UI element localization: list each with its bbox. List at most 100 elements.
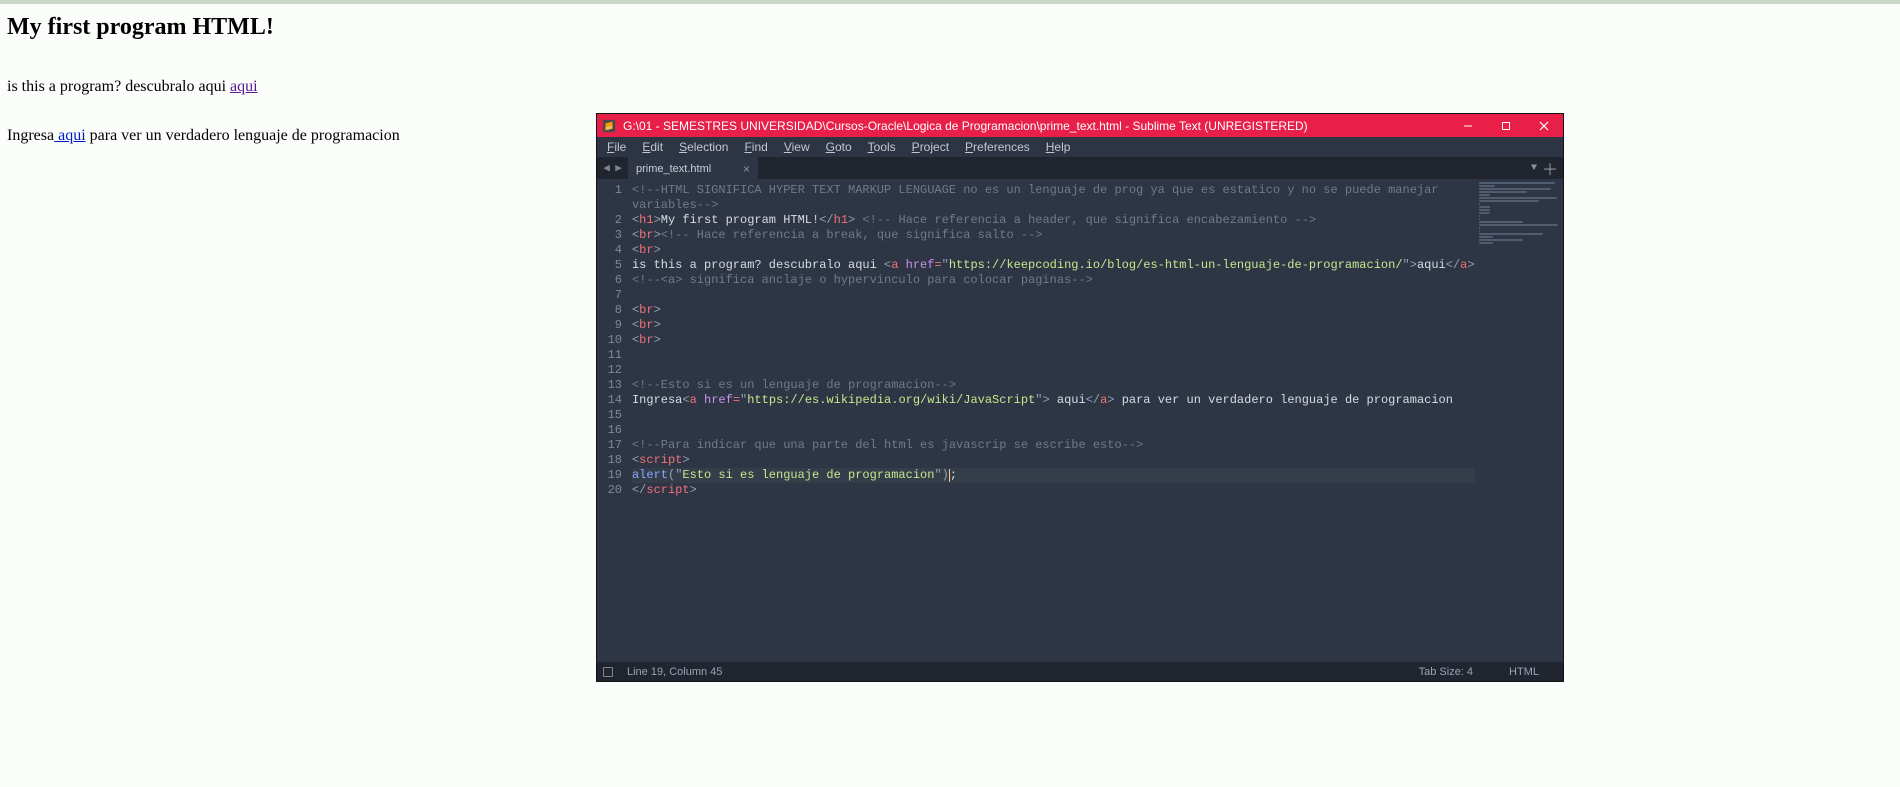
minimap-row — [1479, 182, 1555, 184]
code-line[interactable]: <script> — [632, 453, 1475, 468]
line-number: 16 — [597, 423, 622, 438]
menu-goto[interactable]: Goto — [818, 140, 860, 154]
window-buttons — [1449, 114, 1563, 137]
rendered-page: My first program HTML! is this a program… — [7, 14, 597, 175]
line-number: 5 — [597, 258, 622, 273]
code-line[interactable] — [632, 363, 1475, 378]
line-number — [597, 198, 622, 213]
tab-forward-icon[interactable]: ▶ — [613, 161, 624, 175]
line-number: 1 — [597, 183, 622, 198]
minimap-row — [1479, 227, 1481, 229]
line-number: 3 — [597, 228, 622, 243]
menu-file[interactable]: File — [599, 140, 634, 154]
line-number: 9 — [597, 318, 622, 333]
code-line[interactable]: <!--Esto si es un lenguaje de programaci… — [632, 378, 1475, 393]
status-bar: Line 19, Column 45 Tab Size: 4 HTML — [597, 662, 1563, 681]
minimap-row — [1479, 224, 1559, 226]
code-line[interactable]: alert("Esto si es lenguaje de programaci… — [632, 468, 1475, 483]
menu-selection[interactable]: Selection — [671, 140, 736, 154]
menu-help[interactable]: Help — [1038, 140, 1079, 154]
line-number: 14 — [597, 393, 622, 408]
code-area[interactable]: <!--HTML SIGNIFICA HYPER TEXT MARKUP LEN… — [632, 179, 1475, 662]
minimap[interactable] — [1475, 179, 1563, 662]
code-line[interactable]: <br> — [632, 303, 1475, 318]
minimize-button[interactable] — [1449, 114, 1487, 137]
minimap-row — [1479, 230, 1481, 232]
line-number: 6 — [597, 273, 622, 288]
tab-nav: ◀ ▶ — [597, 157, 628, 179]
status-position: Line 19, Column 45 — [627, 666, 722, 678]
line-number: 15 — [597, 408, 622, 423]
status-syntax[interactable]: HTML — [1491, 666, 1557, 678]
line-number: 7 — [597, 288, 622, 303]
minimap-row — [1479, 191, 1527, 193]
tab-active[interactable]: prime_text.html × — [628, 157, 758, 179]
code-line[interactable] — [632, 423, 1475, 438]
minimap-row — [1479, 200, 1539, 202]
minimap-row — [1479, 206, 1490, 208]
p1-link[interactable]: aqui — [230, 78, 258, 95]
line-number: 10 — [597, 333, 622, 348]
line-number: 11 — [597, 348, 622, 363]
status-tabsize[interactable]: Tab Size: 4 — [1401, 666, 1491, 678]
paragraph-2: Ingresa aqui para ver un verdadero lengu… — [7, 126, 597, 147]
p2-text-before: Ingresa — [7, 127, 54, 144]
p2-text-after: para ver un verdadero lenguaje de progra… — [86, 127, 400, 144]
tab-overflow-icon[interactable]: ▼ — [1527, 157, 1541, 179]
minimap-row — [1479, 239, 1523, 241]
code-line[interactable]: <!--HTML SIGNIFICA HYPER TEXT MARKUP LEN… — [632, 183, 1475, 198]
code-line[interactable]: <br> — [632, 333, 1475, 348]
code-line[interactable]: <h1>My first program HTML!</h1> <!-- Hac… — [632, 213, 1475, 228]
minimap-row — [1479, 236, 1493, 238]
line-number: 20 — [597, 483, 622, 498]
code-line[interactable]: <br> — [632, 318, 1475, 333]
line-number: 2 — [597, 213, 622, 228]
line-number: 19 — [597, 468, 622, 483]
minimap-row — [1479, 212, 1490, 214]
minimap-row — [1479, 185, 1495, 187]
minimap-row — [1479, 188, 1551, 190]
minimap-row — [1479, 221, 1523, 223]
p2-link[interactable]: aqui — [54, 127, 86, 144]
menubar: FileEditSelectionFindViewGotoToolsProjec… — [597, 137, 1563, 157]
code-line[interactable] — [632, 408, 1475, 423]
code-line[interactable]: <!--<a> significa anclaje o hypervinculo… — [632, 273, 1475, 288]
minimap-row — [1479, 209, 1490, 211]
minimap-row — [1479, 203, 1481, 205]
maximize-button[interactable] — [1487, 114, 1525, 137]
minimap-row — [1479, 218, 1481, 220]
code-line[interactable]: </script> — [632, 483, 1475, 498]
minimap-row — [1479, 233, 1543, 235]
menu-find[interactable]: Find — [736, 140, 775, 154]
sublime-window: G:\01 - SEMESTRES UNIVERSIDAD\Cursos-Ora… — [597, 114, 1563, 681]
code-line[interactable] — [632, 348, 1475, 363]
titlebar[interactable]: G:\01 - SEMESTRES UNIVERSIDAD\Cursos-Ora… — [597, 114, 1563, 137]
code-line[interactable] — [632, 288, 1475, 303]
menu-project[interactable]: Project — [904, 140, 957, 154]
menu-tools[interactable]: Tools — [860, 140, 904, 154]
tab-label: prime_text.html — [636, 163, 711, 175]
menu-edit[interactable]: Edit — [634, 140, 671, 154]
line-number: 17 — [597, 438, 622, 453]
code-line[interactable]: <br><!-- Hace referencia a break, que si… — [632, 228, 1475, 243]
close-button[interactable] — [1525, 114, 1563, 137]
gutter: 1234567891011121314151617181920 — [597, 179, 632, 662]
code-line[interactable]: Ingresa<a href="https://es.wikipedia.org… — [632, 393, 1475, 408]
code-line[interactable]: is this a program? descubralo aqui <a hr… — [632, 258, 1475, 273]
tab-add-icon[interactable]: ＋ — [1541, 157, 1559, 179]
minimap-row — [1479, 197, 1558, 199]
tab-back-icon[interactable]: ◀ — [601, 161, 612, 175]
page-title: My first program HTML! — [7, 14, 597, 41]
tab-close-icon[interactable]: × — [743, 162, 750, 176]
menu-preferences[interactable]: Preferences — [957, 140, 1038, 154]
code-line[interactable]: <!--Para indicar que una parte del html … — [632, 438, 1475, 453]
status-panel-toggle-icon[interactable] — [603, 667, 613, 677]
code-line[interactable]: <br> — [632, 243, 1475, 258]
line-number: 13 — [597, 378, 622, 393]
code-line[interactable]: variables--> — [632, 198, 1475, 213]
editor[interactable]: 1234567891011121314151617181920 <!--HTML… — [597, 179, 1563, 662]
line-number: 18 — [597, 453, 622, 468]
menu-view[interactable]: View — [776, 140, 818, 154]
line-number: 12 — [597, 363, 622, 378]
minimap-row — [1479, 242, 1493, 244]
